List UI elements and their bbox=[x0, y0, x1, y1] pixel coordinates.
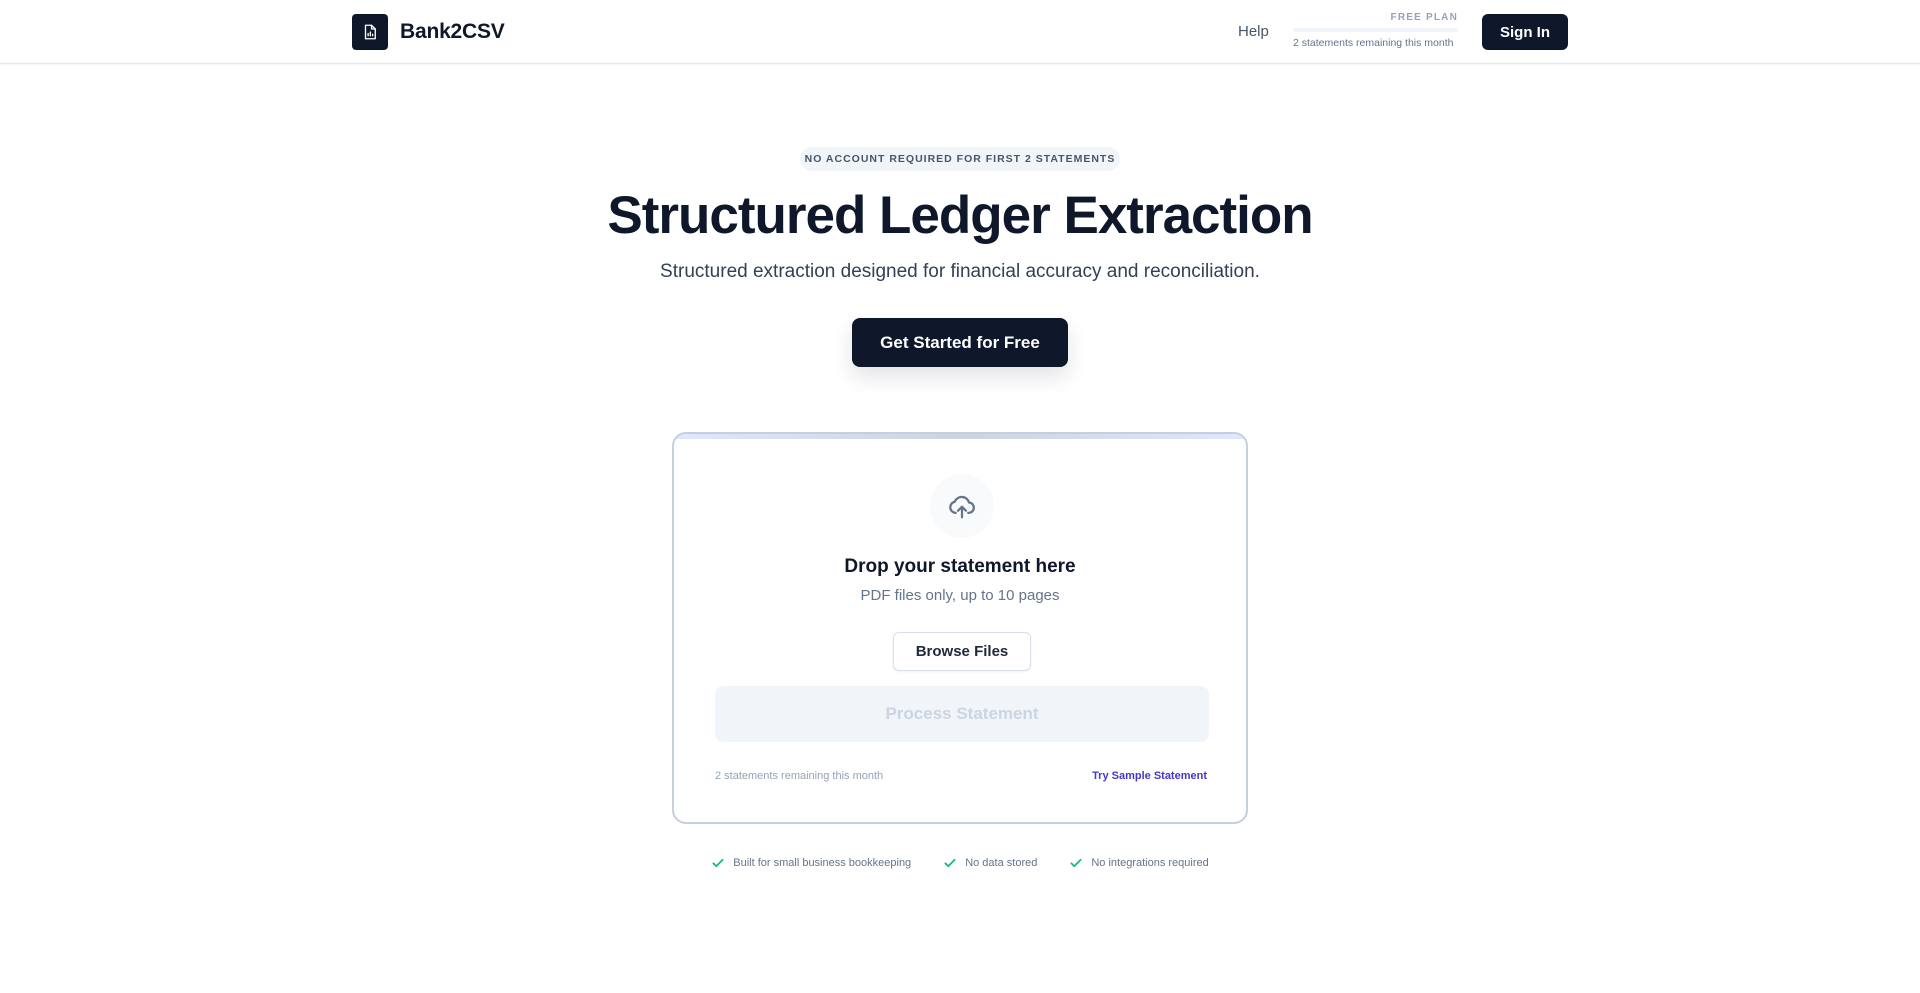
page-subtitle: Structured extraction designed for finan… bbox=[660, 261, 1260, 282]
try-sample-link[interactable]: Try Sample Statement bbox=[1092, 770, 1207, 782]
upload-dropzone[interactable]: Drop your statement here PDF files only,… bbox=[672, 432, 1248, 824]
feature-item: Built for small business bookkeeping bbox=[711, 856, 911, 870]
top-nav: Bank2CSV Help FREE PLAN 2 statements rem… bbox=[0, 0, 1920, 64]
feature-list: Built for small business bookkeeping No … bbox=[0, 856, 1920, 870]
statements-remaining-text: 2 statements remaining this month bbox=[715, 770, 884, 782]
brand[interactable]: Bank2CSV bbox=[352, 14, 505, 50]
dropzone-title: Drop your statement here bbox=[844, 556, 1076, 577]
browse-files-button[interactable]: Browse Files bbox=[893, 632, 1031, 671]
feature-label: No data stored bbox=[965, 857, 1038, 869]
cloud-upload-icon bbox=[930, 474, 994, 538]
page-title: Structured Ledger Extraction bbox=[607, 186, 1313, 245]
feature-label: No integrations required bbox=[1091, 857, 1209, 869]
plan-usage-bar bbox=[1293, 28, 1458, 32]
dropzone-subtitle: PDF files only, up to 10 pages bbox=[860, 587, 1060, 604]
feature-item: No data stored bbox=[943, 856, 1037, 870]
plan-label: FREE PLAN bbox=[1390, 12, 1458, 23]
plan-usage: FREE PLAN 2 statements remaining this mo… bbox=[1293, 12, 1458, 49]
get-started-button[interactable]: Get Started for Free bbox=[852, 318, 1068, 367]
check-icon bbox=[1070, 858, 1082, 868]
feature-label: Built for small business bookkeeping bbox=[733, 857, 912, 869]
plan-remaining-text: 2 statements remaining this month bbox=[1293, 37, 1454, 49]
no-account-badge: NO ACCOUNT REQUIRED FOR FIRST 2 STATEMEN… bbox=[800, 147, 1120, 171]
check-icon bbox=[944, 858, 956, 868]
feature-item: No integrations required bbox=[1069, 856, 1209, 870]
check-icon bbox=[712, 858, 724, 868]
sign-in-button[interactable]: Sign In bbox=[1482, 14, 1568, 50]
help-link[interactable]: Help bbox=[1238, 23, 1269, 40]
logo-icon bbox=[352, 14, 388, 50]
card-accent-line bbox=[674, 434, 1246, 439]
process-statement-button[interactable]: Process Statement bbox=[715, 686, 1209, 742]
brand-name: Bank2CSV bbox=[400, 20, 505, 43]
